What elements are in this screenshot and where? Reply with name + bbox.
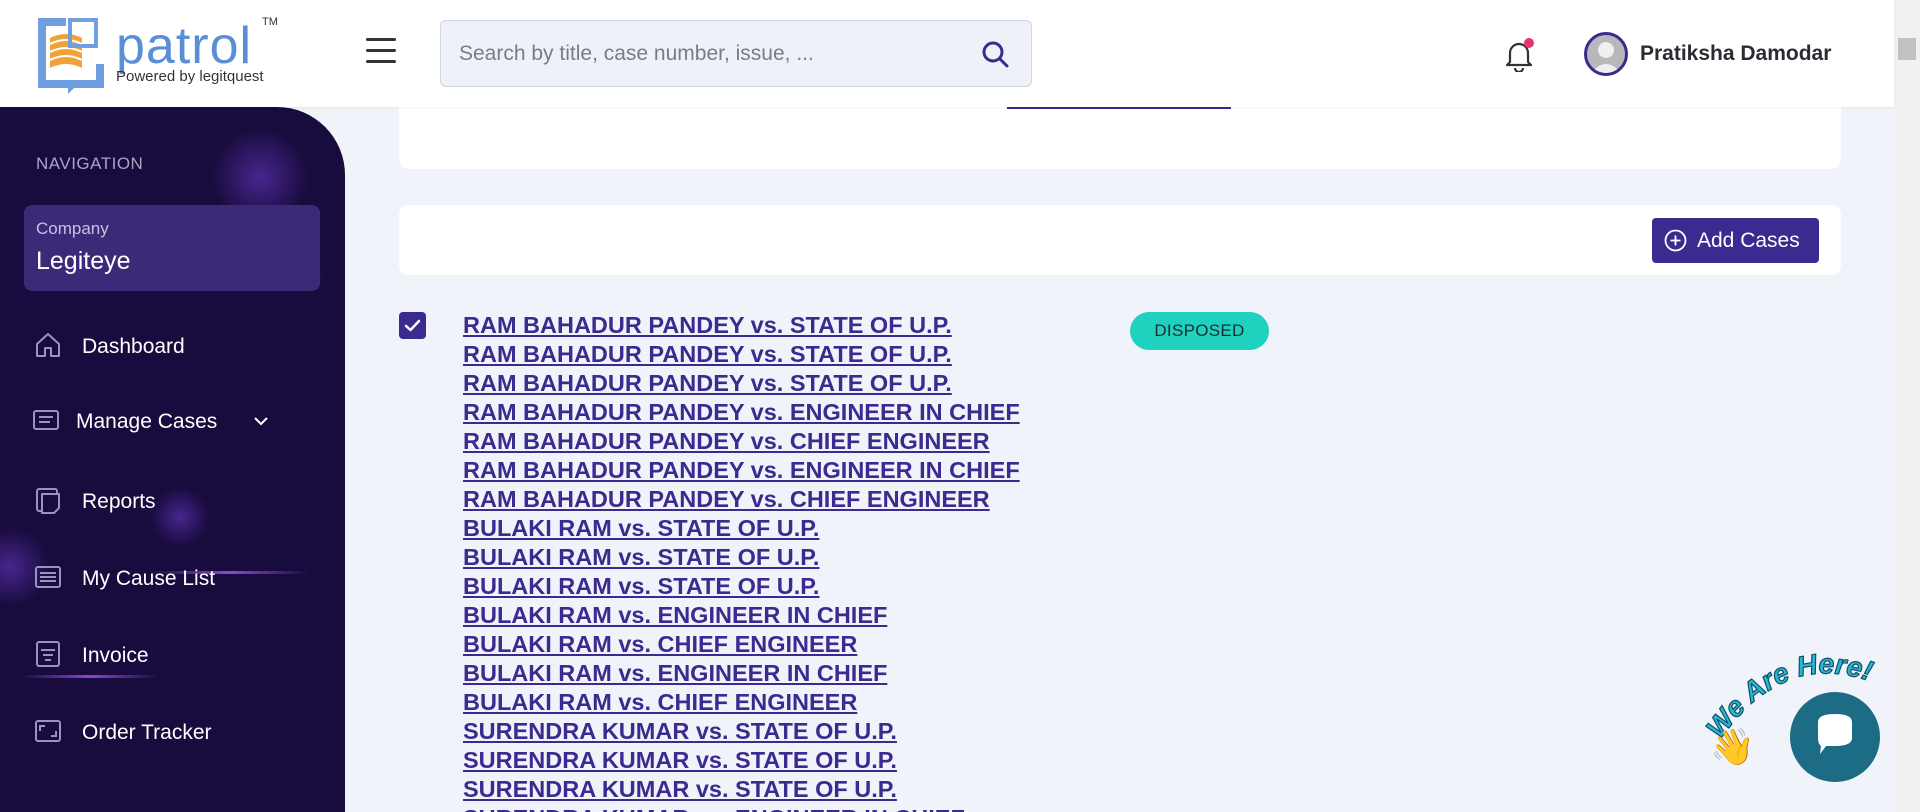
chat-widget: We Are Here! 👋 [1700, 630, 1900, 790]
sidebar-item-label: Invoice [82, 644, 149, 667]
list-item: RAM BAHADUR PANDEY vs. STATE OF U.P. [463, 370, 1020, 399]
sidebar-item-reports[interactable]: Reports [34, 482, 324, 522]
chat-bubble-icon [1818, 714, 1852, 754]
case-title-link[interactable]: BULAKI RAM vs. CHIEF ENGINEER [463, 631, 857, 657]
sidebar-item-manage-cases[interactable]: Manage Cases [33, 402, 324, 442]
case-title-link[interactable]: SURENDRA KUMAR vs. STATE OF U.P. [463, 718, 897, 744]
tab-underline [1007, 107, 1231, 109]
list-item: BULAKI RAM vs. STATE OF U.P. [463, 515, 1020, 544]
list-item: SURENDRA KUMAR vs. STATE OF U.P. [463, 747, 1020, 776]
case-title-link[interactable]: SURENDRA KUMAR vs. STATE OF U.P. [463, 776, 897, 802]
hamburger-line [366, 49, 396, 52]
search-icon[interactable] [981, 40, 1009, 68]
sidebar-item-label: Manage Cases [76, 410, 218, 433]
invoice-icon [36, 641, 60, 667]
sidebar-item-label: Order Tracker [82, 721, 212, 744]
notification-bell-icon[interactable] [1504, 38, 1534, 72]
company-selector[interactable]: Company Legiteye [24, 205, 320, 291]
list-item: RAM BAHADUR PANDEY vs. ENGINEER IN CHIEF [463, 457, 1020, 486]
logo-mark-icon [38, 18, 104, 94]
case-title-link[interactable]: BULAKI RAM vs. STATE OF U.P. [463, 573, 819, 599]
list-item: RAM BAHADUR PANDEY vs. ENGINEER IN CHIEF [463, 399, 1020, 428]
list-item: BULAKI RAM vs. ENGINEER IN CHIEF [463, 660, 1020, 689]
sidebar-item-label: Reports [82, 490, 156, 513]
hamburger-line [366, 60, 396, 63]
case-select-checkbox[interactable] [399, 312, 426, 339]
list-item: BULAKI RAM vs. STATE OF U.P. [463, 544, 1020, 573]
list-item: SURENDRA KUMAR vs. STATE OF U.P. [463, 718, 1020, 747]
waving-hand-icon: 👋 [1710, 726, 1755, 767]
case-title-link[interactable]: RAM BAHADUR PANDEY vs. CHIEF ENGINEER [463, 428, 990, 454]
case-title-link[interactable]: RAM BAHADUR PANDEY vs. STATE OF U.P. [463, 312, 952, 338]
case-title-link[interactable]: SURENDRA KUMAR vs. ENGINEER IN CHIEF [463, 805, 965, 812]
open-chat-button[interactable] [1790, 692, 1880, 782]
nav-heading: NAVIGATION [36, 154, 144, 173]
list-item: BULAKI RAM vs. CHIEF ENGINEER [463, 631, 1020, 660]
hamburger-line [366, 38, 396, 41]
chevron-down-icon[interactable] [252, 412, 270, 430]
case-title-link[interactable]: RAM BAHADUR PANDEY vs. STATE OF U.P. [463, 370, 952, 396]
list-item: RAM BAHADUR PANDEY vs. STATE OF U.P. [463, 312, 1020, 341]
list-item: RAM BAHADUR PANDEY vs. CHIEF ENGINEER [463, 428, 1020, 457]
user-silhouette-icon [1591, 42, 1621, 73]
sidebar-item-label: Dashboard [82, 335, 185, 358]
sidebar-item-invoice[interactable]: Invoice [34, 636, 324, 676]
company-name: Legiteye [36, 247, 131, 275]
search-bar [440, 20, 1032, 87]
notification-dot [1524, 38, 1534, 48]
add-cases-label: Add Cases [1697, 229, 1800, 252]
case-title-link[interactable]: RAM BAHADUR PANDEY vs. ENGINEER IN CHIEF [463, 457, 1020, 483]
logo-wordmark: patrol [116, 17, 253, 75]
patrol-logo[interactable]: patrol TM Powered by legitquest [34, 14, 279, 94]
sidebar: NAVIGATION Company Legiteye Dashboard Ma… [0, 107, 345, 812]
filter-card [399, 107, 1841, 169]
list-item: BULAKI RAM vs. STATE OF U.P. [463, 573, 1020, 602]
list-item: BULAKI RAM vs. ENGINEER IN CHIEF [463, 602, 1020, 631]
actions-bar: Add Cases [399, 205, 1841, 275]
sidebar-item-label: My Cause List [82, 567, 216, 590]
case-title-link[interactable]: RAM BAHADUR PANDEY vs. STATE OF U.P. [463, 341, 952, 367]
case-title-link[interactable]: BULAKI RAM vs. ENGINEER IN CHIEF [463, 660, 887, 686]
case-title-list: RAM BAHADUR PANDEY vs. STATE OF U.P. RAM … [463, 312, 1020, 812]
case-title-link[interactable]: BULAKI RAM vs. CHIEF ENGINEER [463, 689, 857, 715]
plus-circle-icon [1664, 229, 1687, 252]
cause-list-icon [35, 566, 61, 588]
sidebar-item-dashboard[interactable]: Dashboard [34, 327, 324, 367]
company-label: Company [36, 219, 109, 238]
sidebar-item-order-tracker[interactable]: Order Tracker [34, 713, 324, 753]
sidebar-item-my-cause-list[interactable]: My Cause List [34, 559, 324, 599]
list-item: RAM BAHADUR PANDEY vs. CHIEF ENGINEER [463, 486, 1020, 515]
list-item: RAM BAHADUR PANDEY vs. STATE OF U.P. [463, 341, 1020, 370]
case-title-link[interactable]: SURENDRA KUMAR vs. STATE OF U.P. [463, 747, 897, 773]
order-tracker-icon [35, 720, 61, 742]
user-name[interactable]: Pratiksha Damodar [1640, 42, 1831, 66]
case-title-link[interactable]: BULAKI RAM vs. STATE OF U.P. [463, 515, 819, 541]
reports-icon [36, 488, 60, 514]
logo-trademark: TM [262, 16, 278, 28]
cases-icon [33, 410, 59, 430]
avatar[interactable] [1584, 32, 1628, 76]
case-title-link[interactable]: BULAKI RAM vs. STATE OF U.P. [463, 544, 819, 570]
add-cases-button[interactable]: Add Cases [1652, 218, 1819, 263]
home-icon [36, 333, 60, 357]
top-bar: patrol TM Powered by legitquest Pratiksh… [0, 0, 1894, 107]
menu-toggle-button[interactable] [366, 38, 396, 64]
list-item: SURENDRA KUMAR vs. STATE OF U.P. [463, 776, 1020, 805]
case-title-link[interactable]: BULAKI RAM vs. ENGINEER IN CHIEF [463, 602, 887, 628]
status-badge: DISPOSED [1130, 312, 1269, 350]
list-item: SURENDRA KUMAR vs. ENGINEER IN CHIEF [463, 805, 1020, 812]
scrollbar-thumb[interactable] [1898, 38, 1916, 60]
case-title-link[interactable]: RAM BAHADUR PANDEY vs. CHIEF ENGINEER [463, 486, 990, 512]
checkmark-icon [404, 319, 421, 332]
case-title-link[interactable]: RAM BAHADUR PANDEY vs. ENGINEER IN CHIEF [463, 399, 1020, 425]
logo-tagline: Powered by legitquest [116, 68, 264, 85]
list-item: BULAKI RAM vs. CHIEF ENGINEER [463, 689, 1020, 718]
search-input[interactable] [459, 21, 959, 86]
